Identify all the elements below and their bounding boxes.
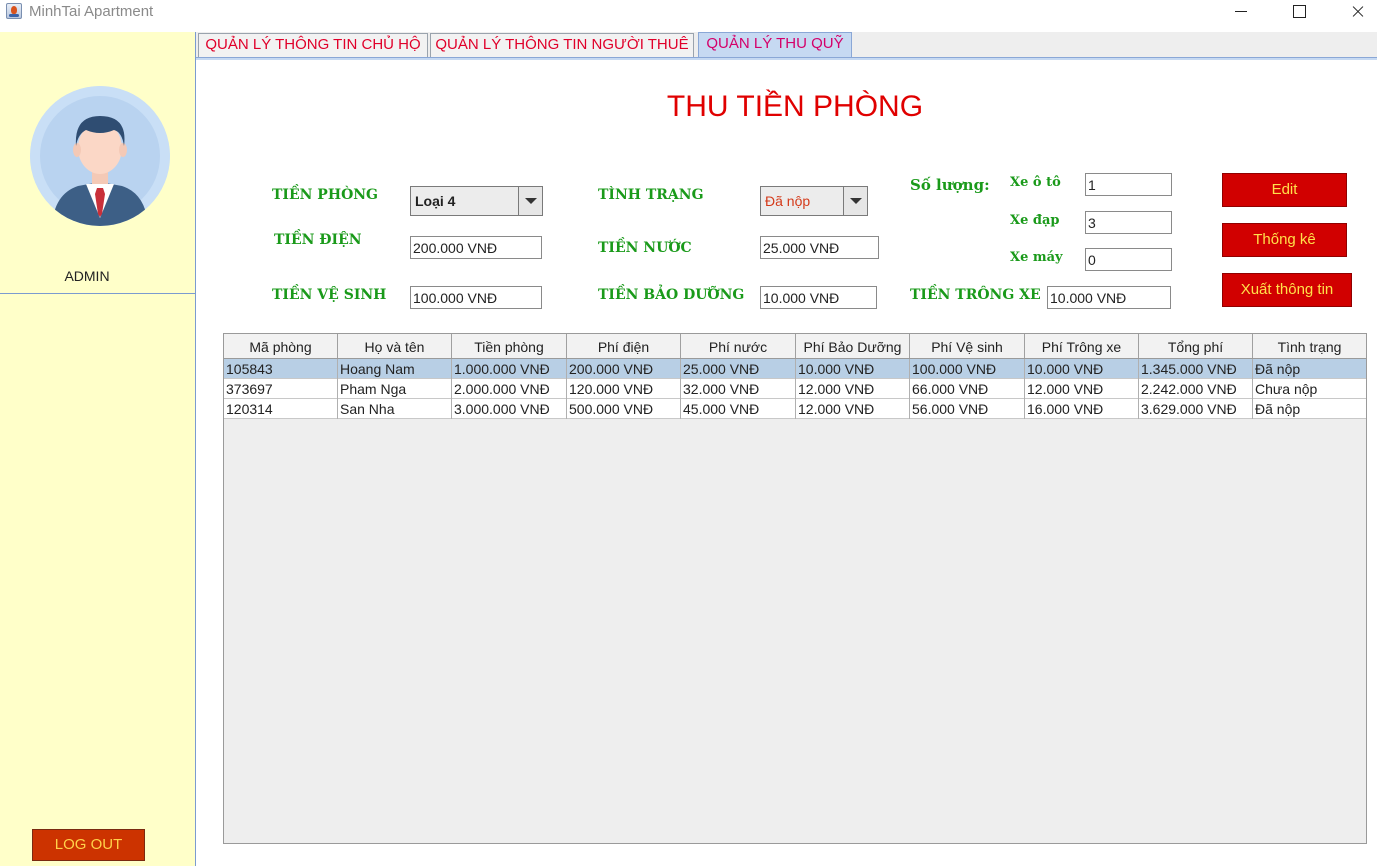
logout-button[interactable]: LOG OUT — [32, 829, 145, 861]
table-cell: 120314 — [224, 399, 338, 419]
table-cell: 25.000 VNĐ — [681, 359, 796, 379]
column-header[interactable]: Phí nước — [681, 334, 796, 358]
table-cell: 10.000 VNĐ — [1025, 359, 1139, 379]
quantity-label: Số lượng: — [910, 176, 990, 194]
status-select[interactable]: Đã nộp — [760, 186, 868, 216]
electricity-fee-label: TIỀN ĐIỆN — [274, 232, 362, 248]
title-bar: MinhTai Apartment — [0, 0, 1377, 24]
table-cell: 500.000 VNĐ — [567, 399, 681, 419]
bicycle-label: Xe đạp — [1010, 213, 1060, 228]
table-cell: 1.345.000 VNĐ — [1139, 359, 1253, 379]
motorbike-quantity-input[interactable]: 0 — [1085, 248, 1172, 271]
maximize-button[interactable] — [1276, 0, 1322, 24]
table-cell: 56.000 VNĐ — [910, 399, 1025, 419]
admin-label: ADMIN — [64, 268, 110, 284]
close-button[interactable] — [1333, 0, 1377, 24]
table-cell: Đã nộp — [1255, 361, 1301, 377]
maintenance-fee-input[interactable]: 10.000 VNĐ — [760, 286, 877, 309]
motorbike-label: Xe máy — [1010, 250, 1063, 265]
page-title: THU TIỀN PHÒNG — [666, 90, 924, 123]
column-header[interactable]: Phí Vệ sinh — [910, 334, 1025, 358]
room-type-select[interactable]: Loại 4 — [410, 186, 543, 216]
table-cell: 16.000 VNĐ — [1025, 399, 1139, 419]
column-header[interactable]: Tổng phí — [1139, 334, 1253, 358]
sidebar-divider — [0, 293, 195, 294]
column-header[interactable]: Phí điện — [567, 334, 681, 358]
table-cell: Chưa nộp — [1255, 381, 1318, 397]
export-info-button[interactable]: Xuất thông tin — [1222, 273, 1352, 307]
maintenance-fee-label: TIỀN BẢO DƯỠNG — [598, 287, 745, 303]
column-header[interactable]: Họ và tên — [338, 334, 452, 358]
column-header[interactable]: Mã phòng — [224, 334, 338, 358]
table-cell: 2.000.000 VNĐ — [452, 379, 567, 399]
sanitation-fee-input[interactable]: 100.000 VNĐ — [410, 286, 542, 309]
chevron-down-icon[interactable] — [518, 187, 542, 215]
car-label: Xe ô tô — [1010, 175, 1061, 190]
table-cell: 120.000 VNĐ — [567, 379, 681, 399]
fee-table: Mã phòng Họ và tên Tiền phòng Phí điện P… — [223, 333, 1367, 844]
sidebar: ADMIN LOG OUT — [0, 32, 196, 866]
table-cell: 2.242.000 VNĐ — [1139, 379, 1253, 399]
column-header[interactable]: Phí Trông xe — [1025, 334, 1139, 358]
tab-tenant-info[interactable]: QUẢN LÝ THÔNG TIN NGƯỜI THUÊ — [430, 33, 694, 57]
tab-underline — [196, 57, 1377, 60]
table-cell: 12.000 VNĐ — [796, 399, 910, 419]
table-cell: 45.000 VNĐ — [681, 399, 796, 419]
statistics-button[interactable]: Thống kê — [1222, 223, 1347, 257]
table-cell: 200.000 VNĐ — [567, 359, 681, 379]
table-cell: 3.000.000 VNĐ — [452, 399, 567, 419]
edit-button[interactable]: Edit — [1222, 173, 1347, 207]
water-fee-label: TIỀN NƯỚC — [598, 240, 692, 256]
table-cell: Pham Nga — [338, 379, 452, 399]
table-cell: 12.000 VNĐ — [796, 379, 910, 399]
tab-fund-management[interactable]: QUẢN LÝ THU QUỸ — [698, 32, 852, 58]
column-header[interactable]: Tình trạng — [1253, 334, 1366, 358]
table-row[interactable]: 120314 San Nha 3.000.000 VNĐ 500.000 VNĐ… — [224, 399, 1366, 419]
table-cell: 105843 — [224, 359, 338, 379]
tab-strip: QUẢN LÝ THÔNG TIN CHỦ HỘ QUẢN LÝ THÔNG T… — [196, 32, 1377, 58]
parking-fee-label: TIỀN TRÔNG XE — [910, 287, 1041, 303]
status-label: TÌNH TRẠNG — [598, 187, 704, 203]
tab-owner-info[interactable]: QUẢN LÝ THÔNG TIN CHỦ HỘ — [198, 33, 428, 57]
bicycle-quantity-input[interactable]: 3 — [1085, 211, 1172, 234]
column-header[interactable]: Tiền phòng — [452, 334, 567, 358]
table-cell: 3.629.000 VNĐ — [1139, 399, 1253, 419]
table-cell: 10.000 VNĐ — [796, 359, 910, 379]
water-fee-input[interactable]: 25.000 VNĐ — [760, 236, 879, 259]
table-cell: 12.000 VNĐ — [1025, 379, 1139, 399]
sanitation-fee-label: TIỀN VỆ SINH — [272, 287, 387, 303]
room-type-value: Loại 4 — [415, 193, 456, 209]
table-row[interactable]: 105843 Hoang Nam 1.000.000 VNĐ 200.000 V… — [224, 359, 1366, 379]
table-header: Mã phòng Họ và tên Tiền phòng Phí điện P… — [224, 334, 1366, 359]
table-cell: 100.000 VNĐ — [910, 359, 1025, 379]
chevron-down-icon[interactable] — [843, 187, 867, 215]
car-quantity-input[interactable]: 1 — [1085, 173, 1172, 196]
column-header[interactable]: Phí Bảo Dưỡng — [796, 334, 910, 358]
window-title: MinhTai Apartment — [29, 3, 154, 20]
table-cell: San Nha — [338, 399, 452, 419]
status-value: Đã nộp — [765, 193, 811, 209]
room-fee-label: TIỀN PHÒNG — [272, 187, 379, 203]
table-row[interactable]: 373697 Pham Nga 2.000.000 VNĐ 120.000 VN… — [224, 379, 1366, 399]
java-cup-icon — [6, 3, 22, 19]
table-cell: 1.000.000 VNĐ — [452, 359, 567, 379]
minimize-button[interactable] — [1219, 0, 1265, 24]
table-cell: Hoang Nam — [338, 359, 452, 379]
parking-fee-input[interactable]: 10.000 VNĐ — [1047, 286, 1171, 309]
table-cell: Đã nộp — [1255, 401, 1301, 417]
table-cell: 32.000 VNĐ — [681, 379, 796, 399]
table-cell: 66.000 VNĐ — [910, 379, 1025, 399]
businessman-avatar-icon — [30, 86, 170, 226]
table-cell: 373697 — [224, 379, 338, 399]
electricity-fee-input[interactable]: 200.000 VNĐ — [410, 236, 542, 259]
